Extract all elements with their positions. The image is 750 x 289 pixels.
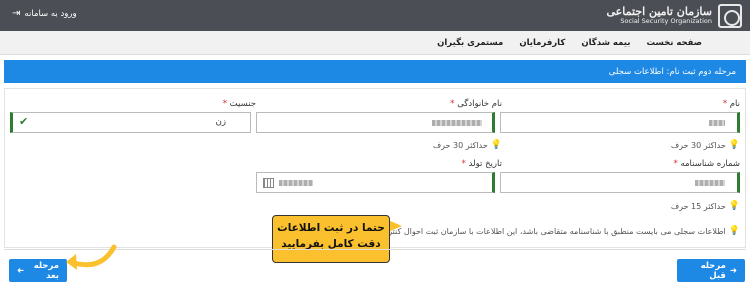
- name-value-redacted: [709, 120, 725, 126]
- check-icon: ✔: [19, 115, 29, 128]
- nav-item-employers[interactable]: کارفرمایان: [519, 38, 565, 48]
- nav-item-pensioners[interactable]: مستمری بگیران: [437, 38, 503, 48]
- top-bar: سازمان تامین اجتماعی Social Security Org…: [0, 0, 750, 31]
- step-title: مرحله دوم ثبت نام: اطلاعات سجلی: [608, 66, 736, 77]
- family-hint: 💡 حداکثر 30 حرف: [432, 140, 502, 150]
- lightbulb-icon: 💡: [728, 201, 740, 211]
- lightbulb-icon: 💡: [728, 140, 740, 150]
- logo-emblem-icon: [718, 3, 742, 28]
- arrow-left-icon: ➜: [17, 265, 25, 276]
- previous-step-button[interactable]: ➜ مرحله قبل: [677, 259, 745, 282]
- callout-line-1: حتما در ثبت اطلاعات: [277, 222, 385, 234]
- id-number-hint: 💡 حداکثر 15 حرف: [670, 201, 740, 211]
- birth-date-input[interactable]: [256, 172, 495, 193]
- main-nav: صفحه نخست بیمه شدگان کارفرمایان مستمری ب…: [0, 31, 750, 55]
- gender-label: جنسیت *: [222, 99, 256, 109]
- id-number-value-redacted: [695, 180, 725, 186]
- birth-date-label: تاریخ تولد *: [461, 159, 502, 169]
- lightbulb-icon: 💡: [490, 140, 502, 150]
- next-step-button[interactable]: مرحله بعد ➜: [9, 259, 67, 282]
- callout-pointer: [388, 220, 402, 232]
- login-link[interactable]: ورود به سامانه ⇥: [12, 8, 77, 19]
- logo[interactable]: سازمان تامین اجتماعی Social Security Org…: [602, 3, 742, 28]
- calendar-icon[interactable]: [263, 178, 274, 188]
- curved-arrow-icon: [66, 244, 117, 270]
- login-label: ورود به سامانه: [24, 8, 77, 19]
- id-number-label: شماره شناسنامه *: [673, 159, 740, 169]
- logo-title-en: Social Security Organization: [620, 16, 712, 25]
- birth-date-value-redacted: [279, 180, 313, 186]
- family-value-redacted: [432, 120, 482, 126]
- sign-in-icon: ⇥: [12, 8, 21, 19]
- family-input[interactable]: [256, 112, 495, 133]
- logo-text: سازمان تامین اجتماعی Social Security Org…: [607, 5, 712, 25]
- nav-item-insured[interactable]: بیمه شدگان: [581, 38, 630, 48]
- name-label: نام *: [722, 99, 740, 109]
- gender-select[interactable]: زن ✔: [10, 112, 251, 133]
- name-hint: 💡 حداکثر 30 حرف: [670, 140, 740, 150]
- previous-step-label: مرحله قبل: [700, 260, 726, 281]
- name-input[interactable]: [500, 112, 740, 133]
- nav-item-home[interactable]: صفحه نخست: [646, 38, 702, 48]
- id-number-input[interactable]: [500, 172, 740, 193]
- family-label: نام خانوادگی *: [450, 99, 502, 109]
- lightbulb-icon: 💡: [728, 226, 740, 236]
- arrow-right-icon: ➜: [729, 265, 737, 276]
- step-header: مرحله دوم ثبت نام: اطلاعات سجلی: [4, 60, 746, 83]
- gender-selected-value: زن: [215, 117, 226, 127]
- next-step-label: مرحله بعد: [33, 260, 59, 281]
